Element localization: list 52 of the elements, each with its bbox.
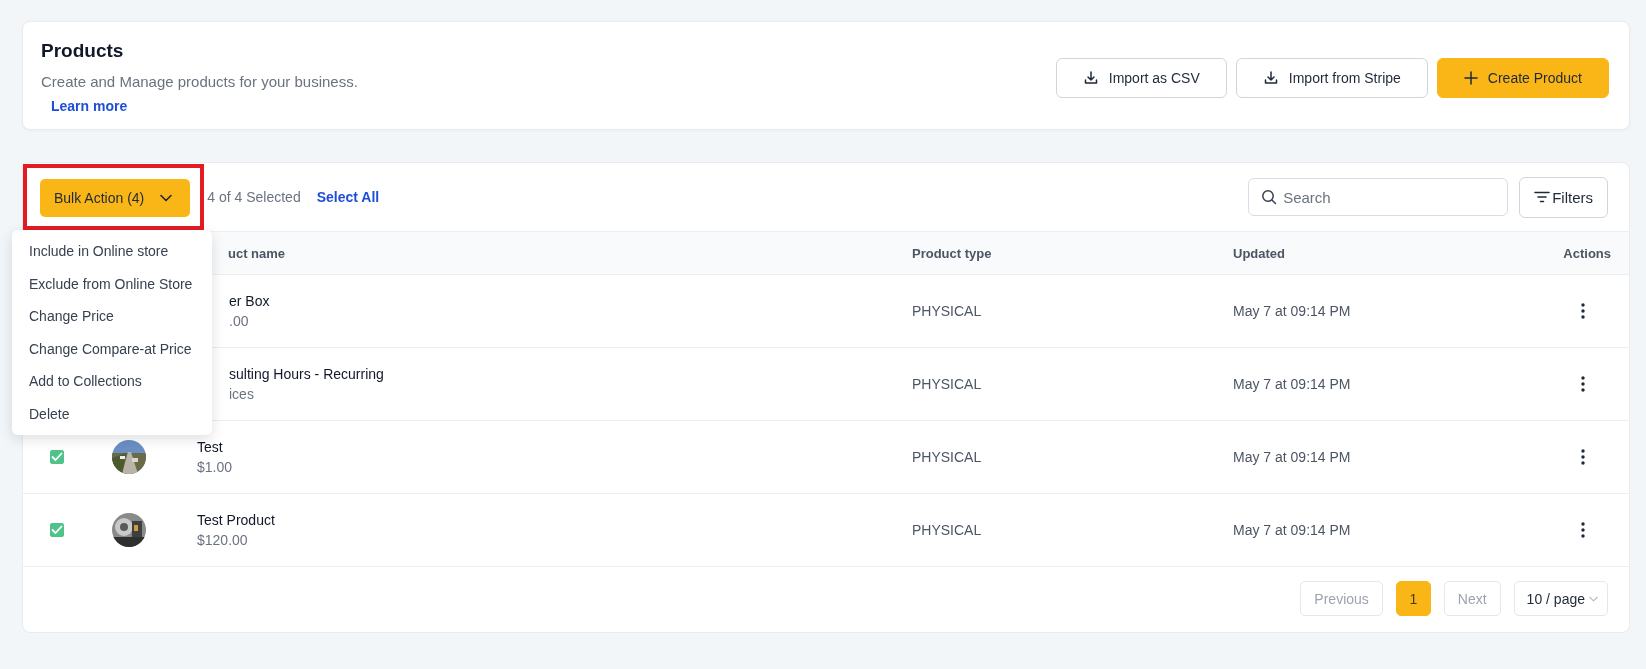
download-icon xyxy=(1082,69,1099,86)
product-price: ices xyxy=(229,386,255,402)
more-options-icon[interactable] xyxy=(1581,303,1585,319)
menu-item[interactable]: Change Compare-at Price xyxy=(12,332,212,365)
product-name: er Box xyxy=(229,293,271,309)
selection-count: 4 of 4 Selected xyxy=(207,189,301,205)
create-button[interactable]: Create Product xyxy=(1436,57,1609,98)
column-header: Updated xyxy=(1233,245,1286,261)
more-options-icon[interactable] xyxy=(1581,376,1585,392)
row-checkbox[interactable] xyxy=(50,523,64,537)
filter-icon xyxy=(1534,191,1551,203)
page-subtitle: Create and Manage products for your business. xyxy=(41,73,358,90)
search-field[interactable]: Search xyxy=(1248,178,1509,216)
learn-more-link[interactable]: Learn more xyxy=(51,98,128,114)
column-header: uct name xyxy=(227,245,287,261)
product-type: PHYSICAL xyxy=(912,303,982,319)
product-type: PHYSICAL xyxy=(912,522,982,538)
menu-item[interactable]: Exclude from Online Store xyxy=(12,267,212,300)
chevron-down-icon xyxy=(160,194,173,202)
plus-icon xyxy=(1463,70,1478,85)
menu-item[interactable]: Change Price xyxy=(12,300,212,333)
select-all-link[interactable]: Select All xyxy=(316,189,380,205)
menu-item[interactable]: Delete xyxy=(12,397,212,430)
menu-item[interactable]: Include in Online store xyxy=(12,235,212,268)
page-size-select[interactable]: 10 / page xyxy=(1513,581,1608,616)
product-price: $120.00 xyxy=(197,532,249,548)
more-options-icon[interactable] xyxy=(1581,449,1585,465)
page-title: Products xyxy=(41,40,125,62)
row-checkbox[interactable] xyxy=(50,450,64,464)
column-header: Actions xyxy=(1562,245,1612,261)
product-price: $1.00 xyxy=(197,459,234,475)
page-number[interactable]: 1 xyxy=(1395,581,1431,616)
menu-item[interactable]: Add to Collections xyxy=(12,365,212,398)
download-icon xyxy=(1262,69,1279,86)
filters-button[interactable]: Filters xyxy=(1519,176,1608,218)
updated-date: May 7 at 09:14 PM xyxy=(1233,522,1351,538)
product-type: PHYSICAL xyxy=(912,376,982,392)
product-name: sulting Hours - Recurring xyxy=(229,366,385,382)
more-options-icon[interactable] xyxy=(1581,522,1585,538)
product-type: PHYSICAL xyxy=(912,449,982,465)
product-name: Test Product xyxy=(197,512,276,528)
product-price: .00 xyxy=(229,313,250,329)
search-icon xyxy=(1261,189,1278,205)
chevron-down-icon xyxy=(1589,595,1598,602)
column-header: Product type xyxy=(912,245,993,261)
bulk-action-button[interactable]: Bulk Action (4) xyxy=(40,179,191,217)
updated-date: May 7 at 09:14 PM xyxy=(1233,303,1351,319)
import-button[interactable]: Import from Stripe xyxy=(1235,57,1428,98)
updated-date: May 7 at 09:14 PM xyxy=(1233,449,1351,465)
import-button[interactable]: Import as CSV xyxy=(1055,57,1227,98)
product-name: Test xyxy=(197,439,224,455)
updated-date: May 7 at 09:14 PM xyxy=(1233,376,1351,392)
